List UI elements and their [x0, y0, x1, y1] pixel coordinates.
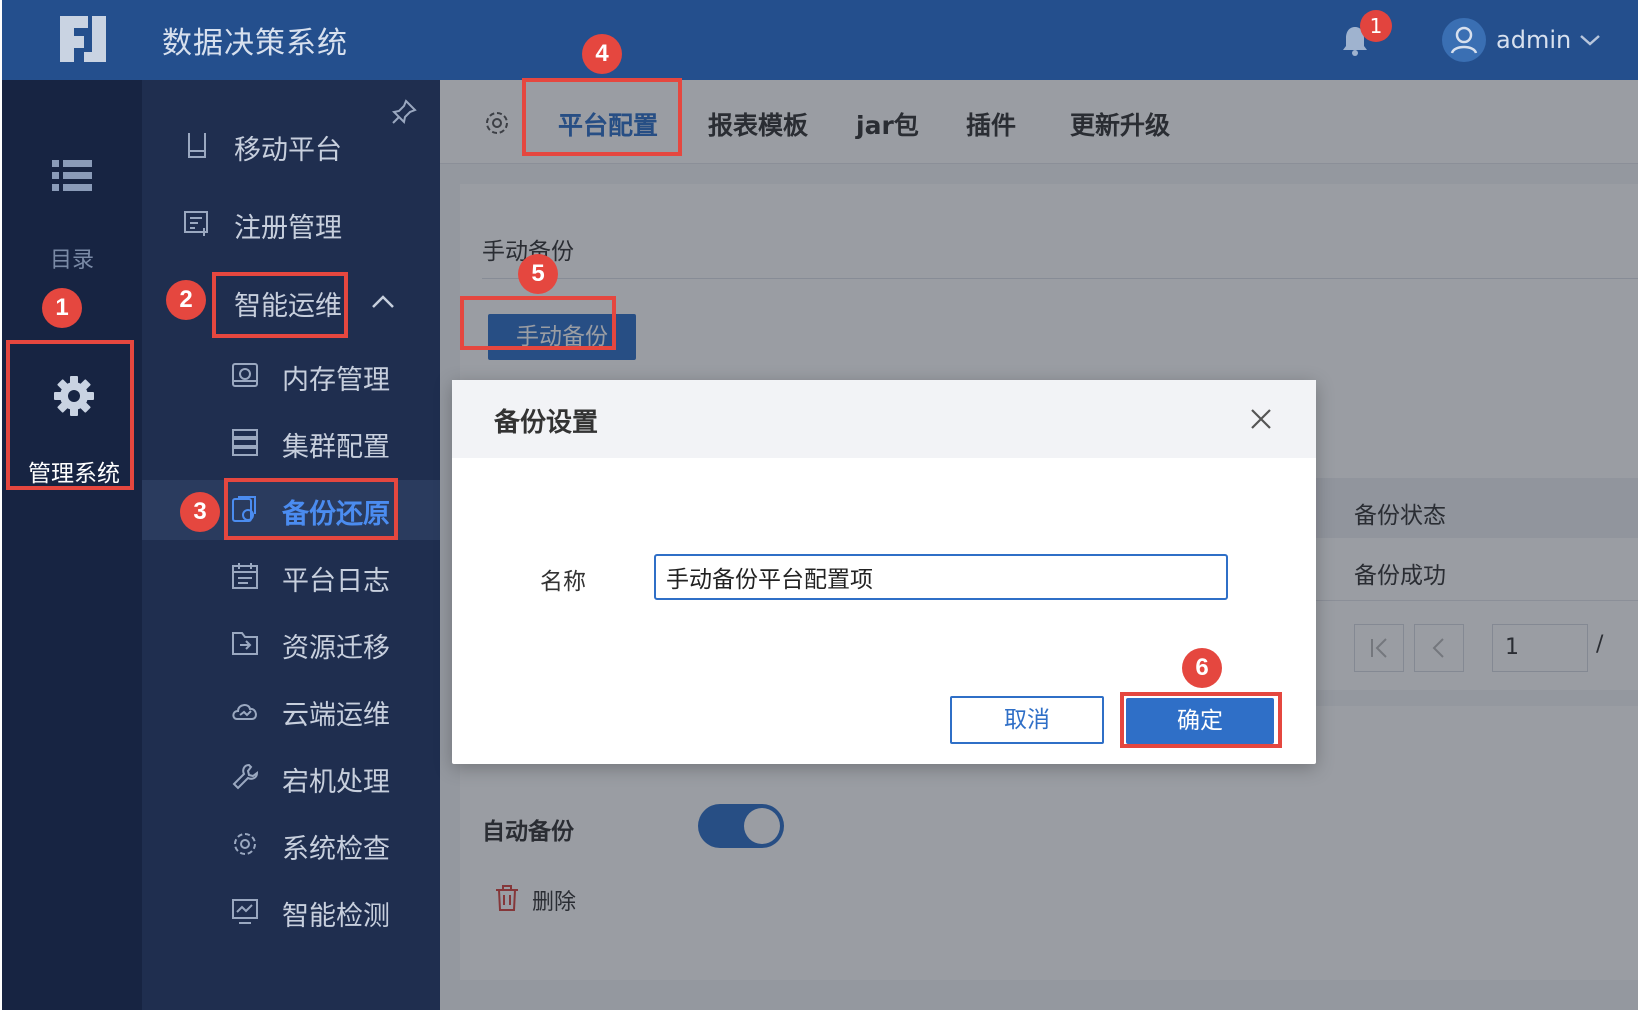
icon-rail: 目录 管理系统	[2, 80, 142, 1010]
memory-icon	[232, 363, 258, 387]
menu-item-label: 系统检查	[282, 834, 390, 865]
menu-item-platform-log[interactable]: 平台日志	[142, 547, 442, 607]
menu-item-cloud-ops[interactable]: 云端运维	[142, 681, 442, 741]
notification-badge: 1	[1360, 10, 1392, 42]
mobile-icon	[188, 133, 206, 158]
menu-item-label: 智能检测	[282, 901, 390, 932]
username[interactable]: admin	[1496, 26, 1571, 54]
cluster-icon	[232, 429, 258, 456]
step-marker-4: 4	[582, 34, 622, 74]
confirm-button[interactable]: 确定	[1126, 698, 1274, 744]
menu-item-mobile-platform[interactable]: 移动平台	[142, 116, 442, 176]
menu-item-label: 注册管理	[234, 213, 342, 244]
app-title: 数据决策系统	[162, 26, 348, 61]
close-icon[interactable]	[1248, 406, 1274, 432]
step-marker-3: 3	[180, 492, 220, 532]
menu-item-cluster-config[interactable]: 集群配置	[142, 413, 442, 473]
menu-item-label: 备份还原	[282, 499, 390, 530]
menu-item-label: 智能运维	[234, 291, 342, 322]
name-input[interactable]	[654, 554, 1228, 600]
menu-item-label: 资源迁移	[282, 633, 390, 664]
menu-item-label: 云端运维	[282, 700, 390, 731]
top-bar: 数据决策系统 1 admin	[2, 0, 1638, 80]
app-window: 数据决策系统 1 admin 目录 管理系统 移动平台 注册管理 智能运维 内存…	[2, 0, 1638, 1010]
menu-item-resource-migrate[interactable]: 资源迁移	[142, 614, 442, 674]
name-field-label: 名称	[540, 569, 586, 595]
menu-item-downtime[interactable]: 宕机处理	[142, 748, 442, 808]
step-marker-5: 5	[518, 254, 558, 294]
wrench-icon	[232, 763, 259, 790]
user-icon	[1450, 26, 1478, 54]
cancel-button[interactable]: 取消	[950, 696, 1104, 744]
migrate-icon	[232, 632, 258, 655]
rail-catalog-label[interactable]: 目录	[2, 242, 142, 274]
menu-item-label: 移动平台	[234, 135, 342, 166]
register-icon	[184, 211, 208, 236]
menu-item-label: 内存管理	[282, 365, 390, 396]
menu-item-label: 平台日志	[282, 566, 390, 597]
rail-item-admin-system[interactable]: 管理系统	[8, 356, 140, 510]
menu-item-register-mgmt[interactable]: 注册管理	[142, 194, 442, 254]
menu-item-label: 宕机处理	[282, 767, 390, 798]
logo-icon	[60, 16, 106, 62]
list-icon[interactable]	[52, 158, 92, 194]
monitor-icon	[232, 899, 258, 924]
backup-icon	[232, 496, 256, 522]
menu-item-memory-mgmt[interactable]: 内存管理	[142, 346, 442, 406]
gear-icon	[54, 376, 94, 416]
cloud-icon	[232, 704, 257, 720]
step-marker-1: 1	[42, 288, 82, 328]
log-icon	[232, 563, 258, 589]
side-menu: 移动平台 注册管理 智能运维 内存管理 集群配置 备份还原 平台日志 资源迁移 …	[142, 80, 442, 1010]
menu-item-system-check[interactable]: 系统检查	[142, 815, 442, 875]
rail-admin-label: 管理系统	[28, 461, 120, 487]
step-marker-2: 2	[166, 280, 206, 320]
backup-settings-dialog: 备份设置 名称 取消 确定	[452, 380, 1316, 764]
dialog-header: 备份设置	[452, 380, 1316, 458]
gear-icon	[234, 833, 256, 855]
chevron-up-icon[interactable]	[370, 290, 396, 314]
menu-item-label: 集群配置	[282, 432, 390, 463]
dialog-title: 备份设置	[494, 408, 599, 438]
avatar[interactable]	[1442, 18, 1486, 62]
step-marker-6: 6	[1182, 648, 1222, 688]
menu-item-smart-detect[interactable]: 智能检测	[142, 882, 442, 942]
chevron-down-icon[interactable]	[1578, 30, 1602, 50]
